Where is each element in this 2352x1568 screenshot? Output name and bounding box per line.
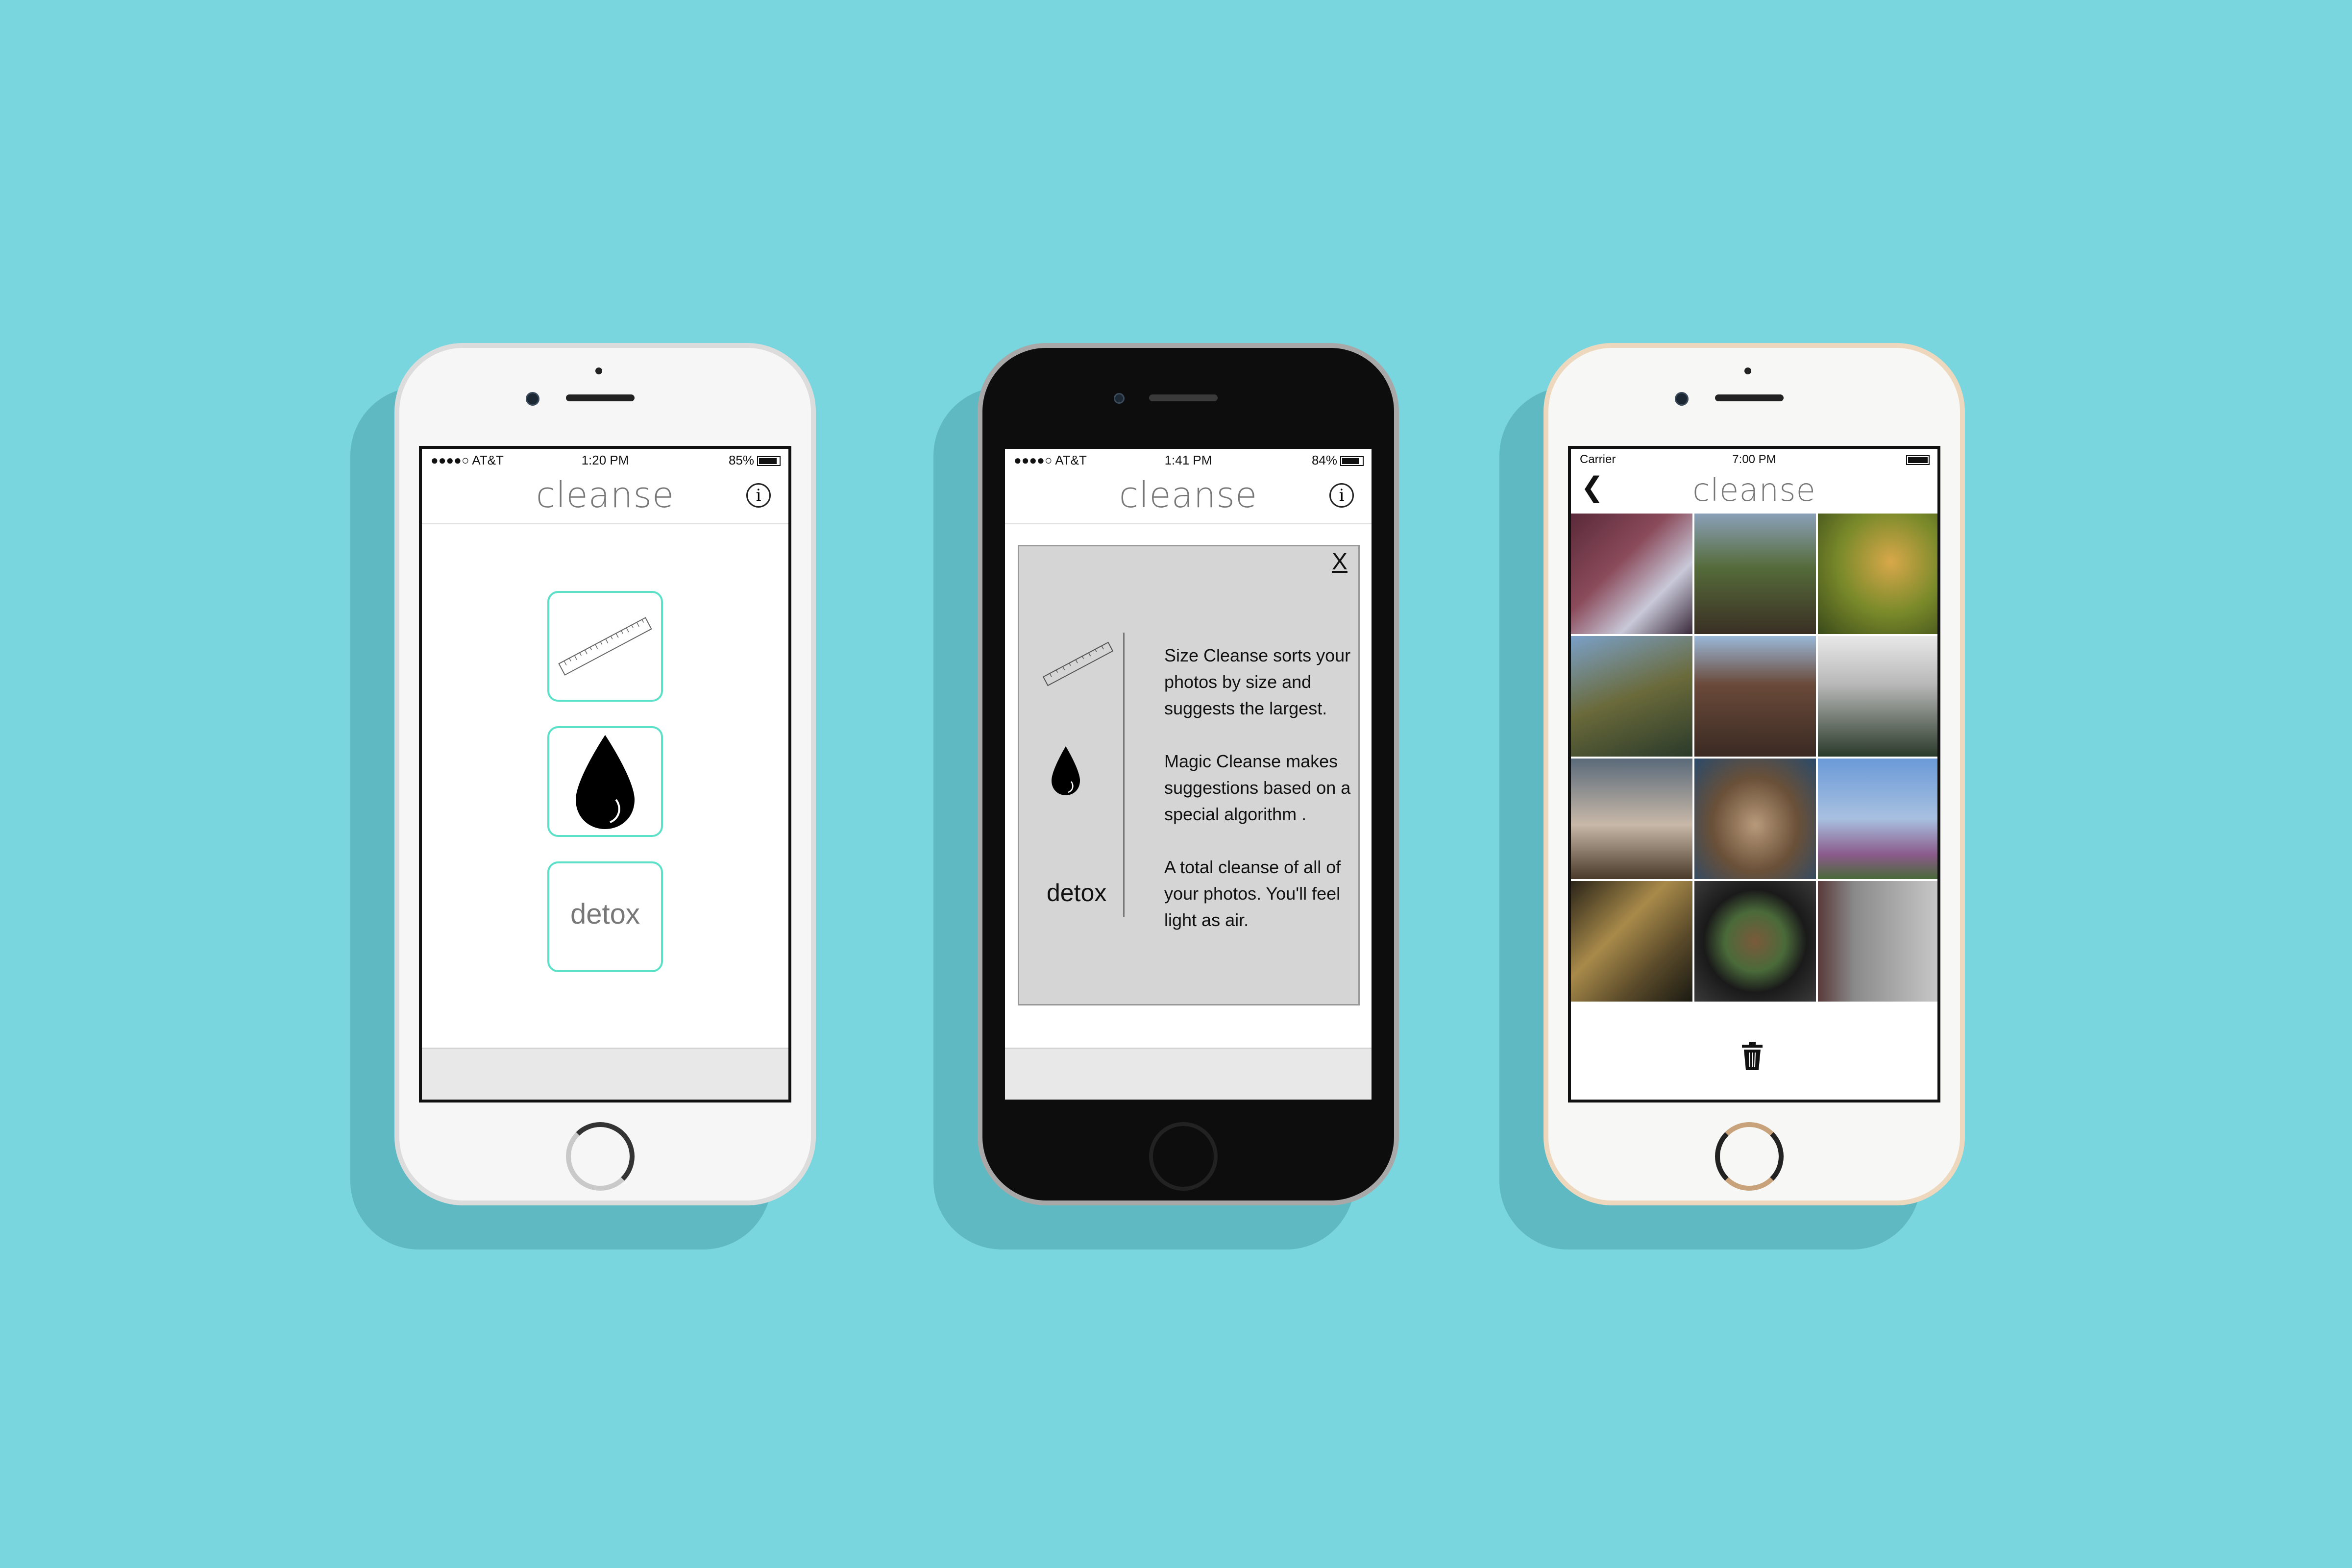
drop-icon xyxy=(576,735,635,829)
magic-cleanse-description: Magic Cleanse makes suggestions based on… xyxy=(1164,751,1351,824)
home-button[interactable] xyxy=(1715,1122,1784,1191)
divider xyxy=(1123,633,1125,917)
phone-home-screen: ●●●●○ AT&T 1:20 PM 85% cleanse i detox xyxy=(350,343,816,1250)
photo-tile[interactable] xyxy=(1571,514,1692,634)
trash-icon[interactable] xyxy=(1740,1042,1764,1071)
drop-icon xyxy=(1052,746,1080,795)
battery-icon xyxy=(1340,456,1364,466)
photo-tile[interactable] xyxy=(1694,881,1816,1002)
ruler-icon xyxy=(1042,641,1114,686)
front-camera xyxy=(526,392,539,406)
photo-tile[interactable] xyxy=(1818,514,1937,634)
photo-tile[interactable] xyxy=(1571,636,1692,757)
earpiece xyxy=(1149,394,1218,401)
detox-label: detox xyxy=(1047,879,1107,906)
app-title: cleanse xyxy=(1119,474,1258,515)
battery-indicator: 85% xyxy=(729,453,781,468)
photo-tile[interactable] xyxy=(1571,881,1692,1002)
photo-tile[interactable] xyxy=(1818,759,1937,879)
home-button[interactable] xyxy=(1149,1122,1218,1191)
nav-bar: cleanse i xyxy=(1005,470,1372,524)
photo-tile[interactable] xyxy=(1818,636,1937,757)
detox-label: detox xyxy=(570,898,640,930)
size-cleanse-button[interactable] xyxy=(547,591,663,702)
photo-tile[interactable] xyxy=(1694,514,1816,634)
ruler-icon xyxy=(558,617,652,676)
phone-photos-screen: Carrier 7:00 PM ❮ cleanse xyxy=(1499,343,1965,1250)
bottom-toolbar xyxy=(422,1048,788,1100)
nav-bar: ❮ cleanse xyxy=(1571,464,1937,509)
status-bar: ●●●●○ AT&T 1:41 PM 84% xyxy=(1005,449,1372,470)
phone-body: ●●●●○ AT&T 1:20 PM 85% cleanse i detox xyxy=(394,343,816,1205)
front-camera xyxy=(1675,392,1689,406)
magic-cleanse-button[interactable] xyxy=(547,726,663,837)
close-button[interactable]: X xyxy=(1332,548,1348,575)
bottom-toolbar xyxy=(1005,1048,1372,1100)
earpiece xyxy=(1715,394,1784,401)
photo-tile[interactable] xyxy=(1694,636,1816,757)
phone-body: Carrier 7:00 PM ❮ cleanse xyxy=(1544,343,1965,1205)
home-button[interactable] xyxy=(566,1122,635,1191)
photo-tile[interactable] xyxy=(1694,759,1816,879)
battery-indicator: 84% xyxy=(1312,453,1364,468)
photo-tile[interactable] xyxy=(1818,881,1937,1002)
info-icon[interactable]: i xyxy=(1329,483,1354,508)
nav-bar: cleanse i xyxy=(422,470,788,524)
earpiece xyxy=(566,394,635,401)
detox-button[interactable]: detox xyxy=(547,861,663,972)
front-camera xyxy=(1114,393,1125,404)
battery-icon xyxy=(757,456,781,466)
detox-description: A total cleanse of all of your photos. Y… xyxy=(1164,857,1341,930)
app-title: cleanse xyxy=(536,474,675,515)
phone-info-screen: ●●●●○ AT&T 1:41 PM 84% cleanse i X detox… xyxy=(933,343,1399,1250)
photo-tile[interactable] xyxy=(1571,759,1692,879)
screen: Carrier 7:00 PM ❮ cleanse xyxy=(1568,446,1940,1102)
info-icon[interactable]: i xyxy=(746,483,771,508)
size-cleanse-description: Size Cleanse sorts your photos by size a… xyxy=(1164,645,1351,718)
screen: ●●●●○ AT&T 1:41 PM 84% cleanse i X detox… xyxy=(1005,449,1372,1100)
info-modal: X detox Size Cleanse sorts your photos b… xyxy=(1018,545,1360,1005)
screen: ●●●●○ AT&T 1:20 PM 85% cleanse i detox xyxy=(419,446,791,1102)
status-bar: ●●●●○ AT&T 1:20 PM 85% xyxy=(422,449,788,470)
phone-body: ●●●●○ AT&T 1:41 PM 84% cleanse i X detox… xyxy=(978,343,1399,1205)
app-title: cleanse xyxy=(1692,472,1816,509)
